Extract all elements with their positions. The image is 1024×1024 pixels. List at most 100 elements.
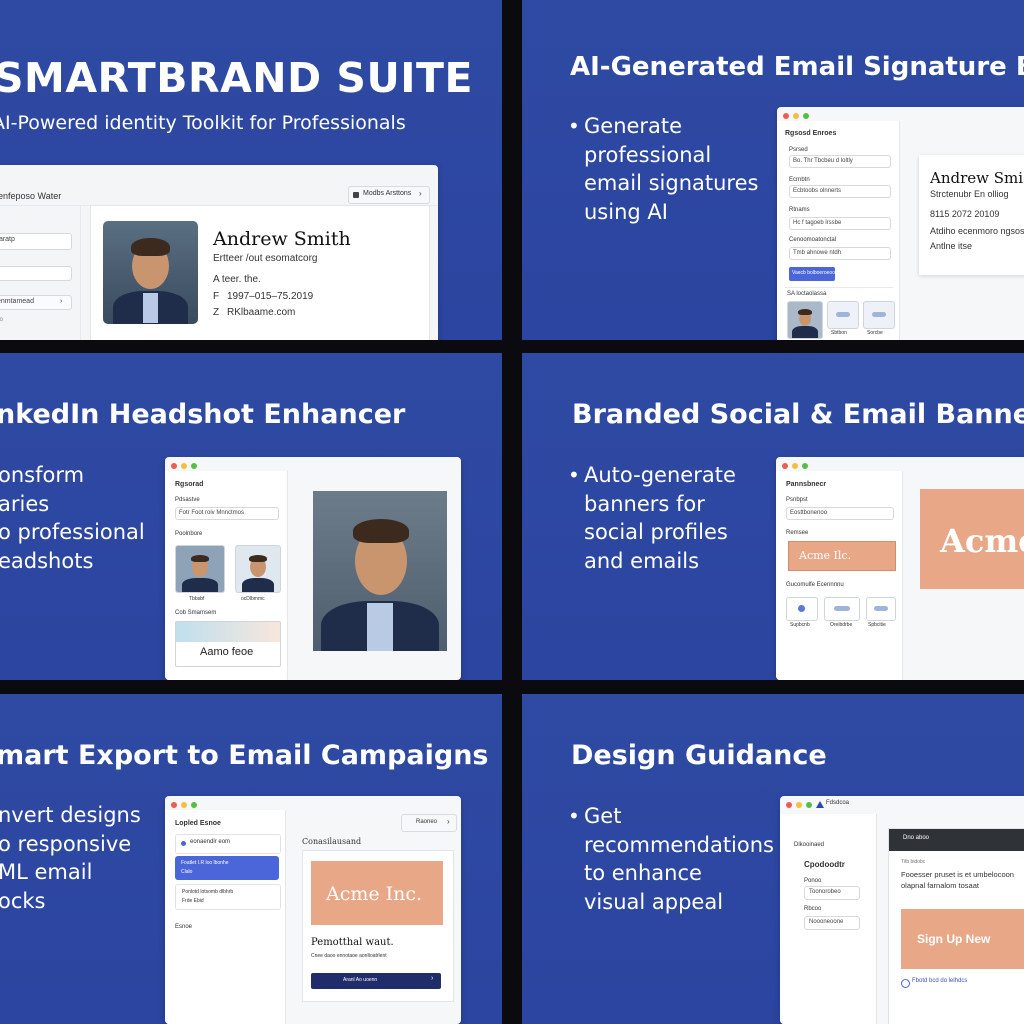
banner-text: Acme Ilc. bbox=[799, 549, 852, 562]
bullet-line: and emails bbox=[584, 548, 700, 573]
field-label: Ponoo bbox=[804, 878, 822, 884]
email-subline: Cnee daoo ennotaoe aonltoatrlent bbox=[311, 953, 387, 959]
field-label: Cenoomoatonctal bbox=[789, 237, 837, 243]
generate-button-label: Vaecb bolboeroeoo bbox=[792, 270, 835, 276]
card-title: Strctenubr En olliog bbox=[930, 189, 1009, 199]
chevron-right-icon: › bbox=[60, 298, 63, 305]
slide-email-signature: AI-Generated Email Signature Bu • Genera… bbox=[522, 0, 1024, 340]
input-field-2[interactable] bbox=[0, 266, 72, 281]
checklist-item: Fbotd bcd do lelhdcs bbox=[912, 978, 968, 984]
field-label: Dlkooinaed bbox=[794, 842, 825, 848]
chevron-right-icon: › bbox=[431, 975, 434, 982]
input-field[interactable]: Tmb ahnowe ntdh bbox=[789, 247, 891, 260]
field-label: Gucomulfe Ecennnnu bbox=[786, 582, 844, 588]
phone-icon: F bbox=[213, 291, 220, 302]
section-heading: Cpodoodtr bbox=[804, 860, 845, 869]
email-banner[interactable]: Acme Inc. bbox=[311, 861, 443, 925]
field-label: Psrsed bbox=[789, 147, 808, 153]
field-label: Pdsastve bbox=[175, 497, 200, 503]
field-label: Cob Smamsem bbox=[175, 610, 217, 616]
bullet-line: recommendations bbox=[584, 832, 774, 857]
banner-text: Acme bbox=[940, 522, 1024, 560]
toolbar-button-label: Modbs Arsttons bbox=[363, 190, 412, 197]
sidebar-item-label: Ponlotd lotsomb dlbhrb bbox=[182, 889, 234, 895]
app-window: Fdsdcoa Dlkooinaed Cpodoodtr Ponoo Toono… bbox=[780, 796, 1024, 1024]
panel-title: Lopled Esnoe bbox=[175, 820, 221, 827]
bullet-line: email signatures bbox=[584, 171, 759, 195]
headshot-thumbnail[interactable] bbox=[787, 301, 823, 339]
social-icon-option[interactable] bbox=[824, 597, 860, 621]
window-controls bbox=[786, 802, 812, 808]
headshot-thumbnail-enhanced[interactable] bbox=[235, 545, 281, 593]
banner-preview-small[interactable]: Acme Ilc. bbox=[788, 541, 896, 571]
input-field[interactable]: Fotr Foot roiv Mnnctmos bbox=[175, 507, 279, 520]
input-field[interactable]: Toonorobeo bbox=[804, 886, 860, 900]
field-label: Remsee bbox=[786, 530, 809, 536]
bullet-list: onsform aries o professional eadshots bbox=[0, 461, 145, 575]
chevron-right-icon: › bbox=[447, 817, 450, 826]
toolbar-button[interactable]: Raoneo › bbox=[401, 814, 457, 832]
header-bar-label: Dno aboo bbox=[903, 835, 930, 841]
canvas-title: Conasilausand bbox=[302, 837, 362, 846]
bullet-line: social profiles bbox=[584, 520, 728, 544]
card-title: Ertteer /out esomatcorg bbox=[213, 253, 318, 264]
sidebar-item[interactable]: eonaendlr eom bbox=[175, 834, 281, 854]
slide-subtitle: AI-Powered identity Toolkit for Professi… bbox=[0, 112, 406, 134]
social-icon-option[interactable] bbox=[866, 597, 896, 621]
logo-text: Aamo feoe bbox=[200, 646, 254, 658]
app-window: enfeposo Water Modbs Arsttons › taratp e… bbox=[0, 165, 438, 340]
web-icon: Z bbox=[213, 307, 220, 318]
icon-label: Supbcnb bbox=[790, 622, 810, 628]
slide-design-guidance: Design Guidance • Get recommendations to… bbox=[522, 694, 1024, 1024]
card-line: Atdiho ecenmoro ngsos bbox=[930, 226, 1024, 236]
toolbar-button-label: Raoneo bbox=[416, 819, 438, 825]
bullet-line: ML email bbox=[0, 860, 93, 884]
thumbnail-label: Sorcbe bbox=[867, 330, 883, 336]
field-label: SA loctaolassa bbox=[787, 291, 827, 297]
template-thumbnail[interactable] bbox=[827, 301, 859, 329]
input-field[interactable]: Bo. Thr Tbcbeu d loltly bbox=[789, 155, 891, 168]
slide-title: SMARTBRAND SUITE bbox=[0, 54, 473, 102]
bullet-line: aries bbox=[0, 491, 50, 516]
recommendation-text: Fooesser pruset is et umbelocoon olapnal… bbox=[901, 870, 1014, 890]
window-controls bbox=[171, 802, 197, 808]
circle-icon bbox=[181, 841, 186, 846]
circle-icon bbox=[798, 605, 805, 612]
sidebar-item[interactable]: Ponlotd lotsomb dlbhrb Frde Ebid bbox=[175, 884, 281, 910]
input-field[interactable]: Hc f tagoeb lrssbe bbox=[789, 217, 891, 230]
bullet-line: banners for bbox=[584, 491, 705, 516]
bullet-list: • Generate professional email signatures… bbox=[568, 112, 759, 226]
email-canvas: Acme Inc. Pemotthal waut. Cnee daoo enno… bbox=[302, 850, 454, 1002]
input-field[interactable]: Eosttbonenoo bbox=[786, 507, 894, 520]
slide-title: AI-Generated Email Signature Bu bbox=[570, 52, 1024, 82]
input-field-1[interactable]: taratp bbox=[0, 233, 72, 250]
icon-label: Spbcitie bbox=[868, 622, 886, 628]
card-website: Antlne itse bbox=[930, 241, 973, 251]
bullet-line: Get bbox=[584, 804, 622, 828]
sidebar-item-selected[interactable]: Foatlet I.R loo lbonhe Clalo bbox=[175, 856, 279, 880]
bullet-line: nvert designs bbox=[0, 803, 141, 827]
cta-label: Sign Up New bbox=[917, 932, 991, 946]
slide-headshot-enhancer: nkedIn Headshot Enhancer onsform aries o… bbox=[0, 353, 502, 680]
input-field[interactable]: Noooneoone bbox=[804, 916, 860, 930]
icon-label: Oreibdrbe bbox=[830, 622, 853, 628]
thumbnail-label: Tbbsbf bbox=[189, 596, 205, 602]
email-cta-button[interactable]: Aranl Ao uoenn › bbox=[311, 973, 441, 989]
app-window: Rgsosd Enroes Psrsed Bo. Thr Tbcbeu d lo… bbox=[777, 107, 1024, 340]
sidebar-item-sublabel: Clalo bbox=[181, 869, 193, 875]
sidebar-item-sublabel: Frde Ebid bbox=[182, 898, 204, 904]
toolbar-button[interactable]: Modbs Arsttons › bbox=[348, 186, 430, 204]
slide-title: nkedIn Headshot Enhancer bbox=[0, 399, 406, 430]
field-label: Psnbpst bbox=[786, 497, 808, 503]
input-field[interactable]: Ecbtoobs olnnerts bbox=[789, 185, 891, 198]
enhanced-headshot-photo bbox=[313, 491, 447, 651]
small-label: to bbox=[0, 317, 4, 323]
social-icon-option[interactable] bbox=[786, 597, 818, 621]
bullet-line: ocks bbox=[0, 888, 46, 913]
wave-icon bbox=[872, 312, 886, 317]
generate-button[interactable]: Vaecb bolboeroeoo bbox=[789, 267, 835, 281]
cta-preview-button[interactable]: Sign Up New bbox=[901, 909, 1024, 969]
headshot-photo bbox=[103, 221, 198, 324]
template-thumbnail[interactable] bbox=[863, 301, 895, 329]
headshot-thumbnail-original[interactable] bbox=[175, 545, 225, 593]
